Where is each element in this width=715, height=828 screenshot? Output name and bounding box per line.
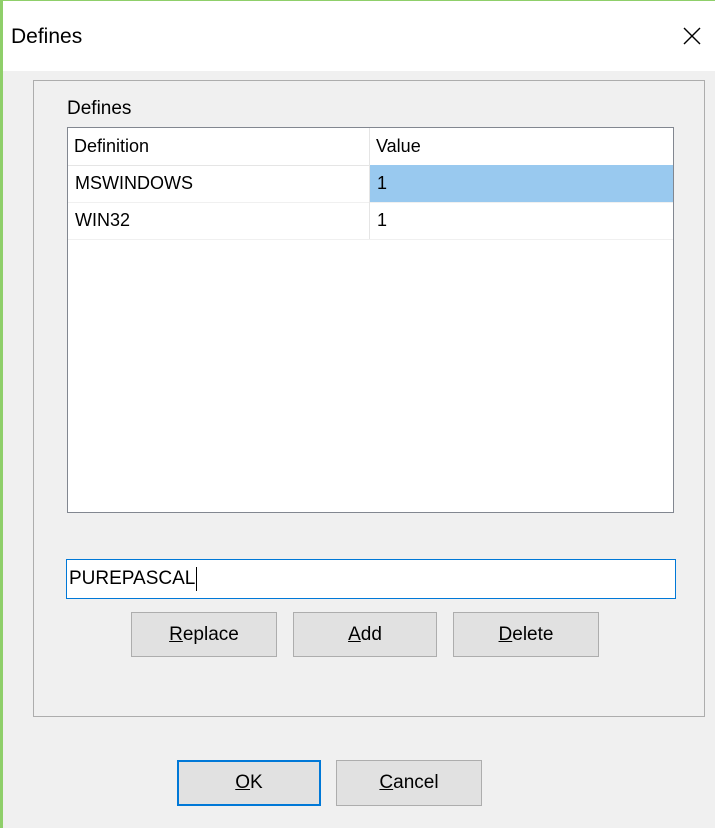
cell-value: 1	[377, 210, 388, 230]
delete-label: elete	[512, 623, 554, 645]
replace-accel: R	[169, 623, 183, 645]
column-header-definition[interactable]: Definition	[68, 128, 370, 165]
defines-group: Defines Definition Value MSWINDOWS 1 WIN…	[33, 80, 705, 717]
delete-button[interactable]: Delete	[453, 612, 599, 657]
add-label: dd	[360, 623, 382, 645]
list-row[interactable]: MSWINDOWS 1	[68, 165, 673, 203]
ok-label: K	[250, 772, 263, 793]
defines-list[interactable]: Definition Value MSWINDOWS 1 WIN32 1	[67, 127, 674, 513]
cell-value: 1	[370, 165, 673, 202]
ok-accel: O	[235, 772, 251, 793]
defines-dialog: Defines Defines Definition Value MSWINDO…	[0, 0, 715, 828]
cancel-button[interactable]: Cancel	[336, 760, 482, 806]
replace-label: eplace	[182, 623, 239, 645]
text-caret	[196, 566, 198, 591]
title-bar: Defines	[3, 1, 715, 71]
add-accel: A	[348, 623, 361, 645]
close-button[interactable]	[669, 11, 715, 61]
cell-definition: MSWINDOWS	[68, 165, 370, 202]
column-header-value[interactable]: Value	[370, 128, 673, 165]
add-button[interactable]: Add	[293, 612, 437, 657]
cell-definition: WIN32	[68, 202, 370, 239]
input-value: PUREPASCAL	[69, 568, 196, 589]
ok-button[interactable]: OK	[177, 760, 321, 806]
cancel-accel: C	[379, 772, 394, 793]
window-title: Defines	[11, 25, 83, 48]
close-icon	[683, 27, 701, 45]
list-row[interactable]: WIN32 1	[68, 202, 673, 240]
list-header: Definition Value	[68, 128, 673, 166]
cancel-label: ancel	[393, 772, 439, 793]
define-name-input[interactable]: PUREPASCAL	[66, 559, 676, 599]
group-label: Defines	[67, 98, 132, 119]
delete-accel: D	[498, 623, 513, 645]
replace-button[interactable]: Replace	[131, 612, 277, 657]
